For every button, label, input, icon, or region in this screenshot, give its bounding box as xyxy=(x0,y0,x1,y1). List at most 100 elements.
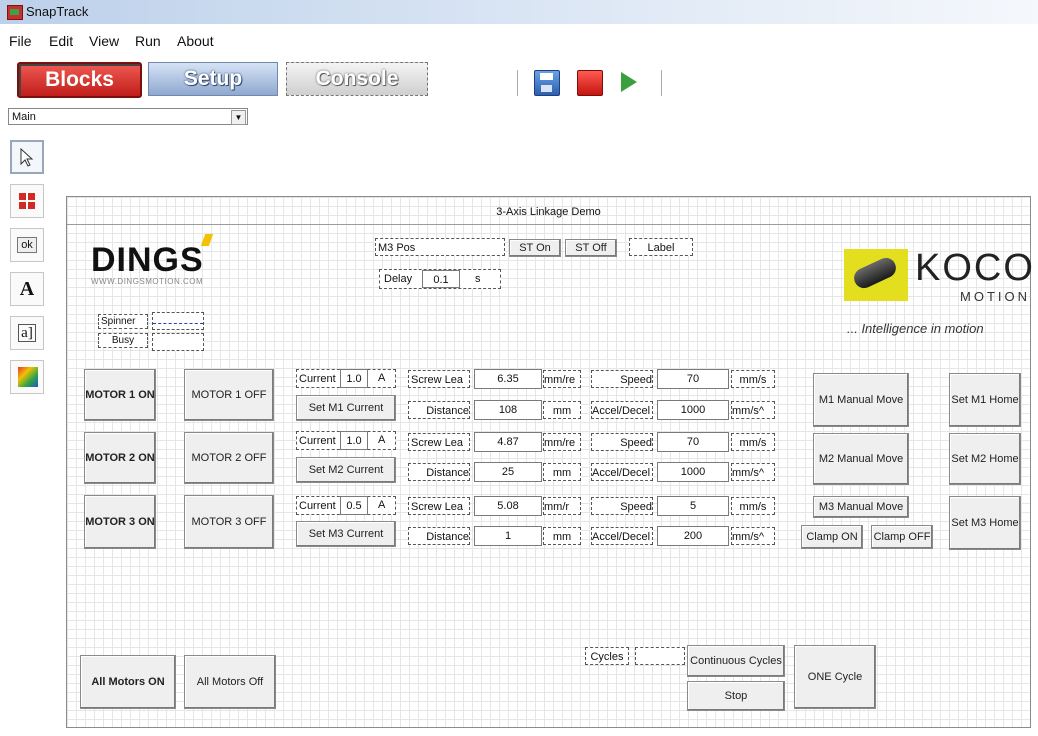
stop-icon[interactable] xyxy=(577,70,603,96)
text-label-icon[interactable]: A xyxy=(10,272,44,306)
add-button-icon[interactable] xyxy=(10,184,44,218)
motor-2-off-button[interactable]: MOTOR 2 OFF xyxy=(184,432,274,484)
set-m3-home-button[interactable]: Set M3 Home xyxy=(949,496,1021,550)
clamp-on-button[interactable]: Clamp ON xyxy=(801,525,863,549)
m3-manual-move-button[interactable]: M3 Manual Move xyxy=(813,496,909,518)
m3-speed-input[interactable]: 5 xyxy=(657,496,729,516)
design-canvas[interactable]: 3-Axis Linkage Demo DINGS WWW.DINGSMOTIO… xyxy=(66,196,1033,728)
m1-accel-input[interactable]: 1000 xyxy=(657,400,729,420)
save-icon[interactable] xyxy=(534,70,560,96)
menu-view[interactable]: View xyxy=(89,33,119,49)
m1-distance-input[interactable]: 108 xyxy=(474,400,542,420)
motor-2-current-unit: A xyxy=(378,434,386,446)
m3-distance-label: Distance xyxy=(408,527,470,545)
dings-logo-url: WWW.DINGSMOTION.COM xyxy=(91,277,204,286)
motor-3-current-unit: A xyxy=(378,499,386,511)
m3-lead-unit: mm/r xyxy=(543,497,581,515)
pointer-icon[interactable] xyxy=(10,140,44,174)
text-field-icon[interactable]: a] xyxy=(10,316,44,350)
all-motors-off-button[interactable]: All Motors Off xyxy=(184,655,276,709)
m3-speed-unit: mm/s xyxy=(731,497,775,515)
toolbar-separator xyxy=(661,70,662,96)
st-on-button[interactable]: ST On xyxy=(509,239,561,257)
continuous-cycles-button[interactable]: Continuous Cycles xyxy=(687,645,785,677)
menu-file[interactable]: File xyxy=(9,33,32,49)
koco-logo-subtitle: MOTION xyxy=(960,289,1030,304)
m2-speed-input[interactable]: 70 xyxy=(657,432,729,452)
motor-2-on-button[interactable]: MOTOR 2 ON xyxy=(84,432,156,484)
menu-about[interactable]: About xyxy=(177,33,214,49)
busy-label: Busy xyxy=(98,333,148,348)
koco-logo-image xyxy=(844,249,908,301)
toolbar-separator xyxy=(517,70,518,96)
m3-pos-label: M3 Pos xyxy=(378,242,416,254)
m2-speed-label: Speed xyxy=(591,433,653,451)
m3-distance-input[interactable]: 1 xyxy=(474,526,542,546)
m2-manual-move-button[interactable]: M2 Manual Move xyxy=(813,433,909,485)
view-select[interactable]: Main ▼ xyxy=(8,108,248,125)
st-off-button[interactable]: ST Off xyxy=(565,239,617,257)
m1-speed-unit: mm/s xyxy=(731,370,775,388)
m1-distance-unit: mm xyxy=(543,401,581,419)
ok-button-icon[interactable]: ok xyxy=(10,228,44,262)
play-icon[interactable] xyxy=(621,72,637,92)
motor-1-current-input[interactable]: 1.0 xyxy=(340,369,368,388)
motor-2-current-input[interactable]: 1.0 xyxy=(340,431,368,450)
delay-input[interactable]: 0.1 xyxy=(422,270,460,288)
motor-3-off-button[interactable]: MOTOR 3 OFF xyxy=(184,495,274,549)
m3-lead-input[interactable]: 5.08 xyxy=(474,496,542,516)
m3-lead-label: Screw Lea xyxy=(408,497,470,515)
motor-3-current-label: Current xyxy=(299,500,336,512)
m1-accel-label: Accel/Decel xyxy=(591,401,653,419)
tab-console[interactable]: Console xyxy=(286,62,428,96)
motor-3-on-button[interactable]: MOTOR 3 ON xyxy=(84,495,156,549)
spinner-label: Spinner xyxy=(98,314,148,329)
m2-lead-input[interactable]: 4.87 xyxy=(474,432,542,452)
dings-logo: DINGS xyxy=(91,241,204,279)
clamp-off-button[interactable]: Clamp OFF xyxy=(871,525,933,549)
m3-accel-label: Accel/Decel xyxy=(591,527,653,545)
tab-blocks[interactable]: Blocks xyxy=(17,62,142,98)
cycles-label: Cycles xyxy=(585,647,629,665)
cycles-counter xyxy=(635,647,685,665)
label-widget: Label xyxy=(629,238,693,256)
stop-cycles-button[interactable]: Stop xyxy=(687,681,785,711)
m1-speed-input[interactable]: 70 xyxy=(657,369,729,389)
m1-lead-input[interactable]: 6.35 xyxy=(474,369,542,389)
set-m3-current-button[interactable]: Set M3 Current xyxy=(296,521,396,547)
chevron-down-icon[interactable]: ▼ xyxy=(231,110,246,125)
menu-edit[interactable]: Edit xyxy=(49,33,73,49)
m3-speed-label: Speed xyxy=(591,497,653,515)
motor-3-current-input[interactable]: 0.5 xyxy=(340,496,368,515)
motor-1-current-label: Current xyxy=(299,373,336,385)
m2-distance-input[interactable]: 25 xyxy=(474,462,542,482)
delay-unit: s xyxy=(475,273,481,285)
tab-setup[interactable]: Setup xyxy=(148,62,278,96)
set-m2-home-button[interactable]: Set M2 Home xyxy=(949,433,1021,485)
m1-manual-move-button[interactable]: M1 Manual Move xyxy=(813,373,909,427)
title-divider xyxy=(67,224,1030,225)
app-icon xyxy=(7,5,23,20)
m2-accel-unit: mm/s^ xyxy=(731,463,775,481)
m1-speed-label: Speed xyxy=(591,370,653,388)
dings-logo-accent xyxy=(200,234,214,246)
one-cycle-button[interactable]: ONE Cycle xyxy=(794,645,876,709)
m2-lead-unit: mm/re xyxy=(543,433,581,451)
m2-accel-label: Accel/Decel xyxy=(591,463,653,481)
busy-indicator xyxy=(152,333,204,351)
m1-lead-unit: mm/re xyxy=(543,370,581,388)
menu-run[interactable]: Run xyxy=(135,33,161,49)
set-m1-current-button[interactable]: Set M1 Current xyxy=(296,395,396,421)
motor-1-off-button[interactable]: MOTOR 1 OFF xyxy=(184,369,274,421)
koco-logo-text: KOCO xyxy=(915,247,1035,289)
color-image-icon[interactable] xyxy=(10,360,44,394)
motor-1-on-button[interactable]: MOTOR 1 ON xyxy=(84,369,156,421)
set-m1-home-button[interactable]: Set M1 Home xyxy=(949,373,1021,427)
set-m2-current-button[interactable]: Set M2 Current xyxy=(296,457,396,483)
m3-accel-input[interactable]: 200 xyxy=(657,526,729,546)
all-motors-on-button[interactable]: All Motors ON xyxy=(80,655,176,709)
m2-speed-unit: mm/s xyxy=(731,433,775,451)
motor-2-current-label: Current xyxy=(299,435,336,447)
m2-accel-input[interactable]: 1000 xyxy=(657,462,729,482)
title-bar: SnapTrack xyxy=(0,0,1038,24)
